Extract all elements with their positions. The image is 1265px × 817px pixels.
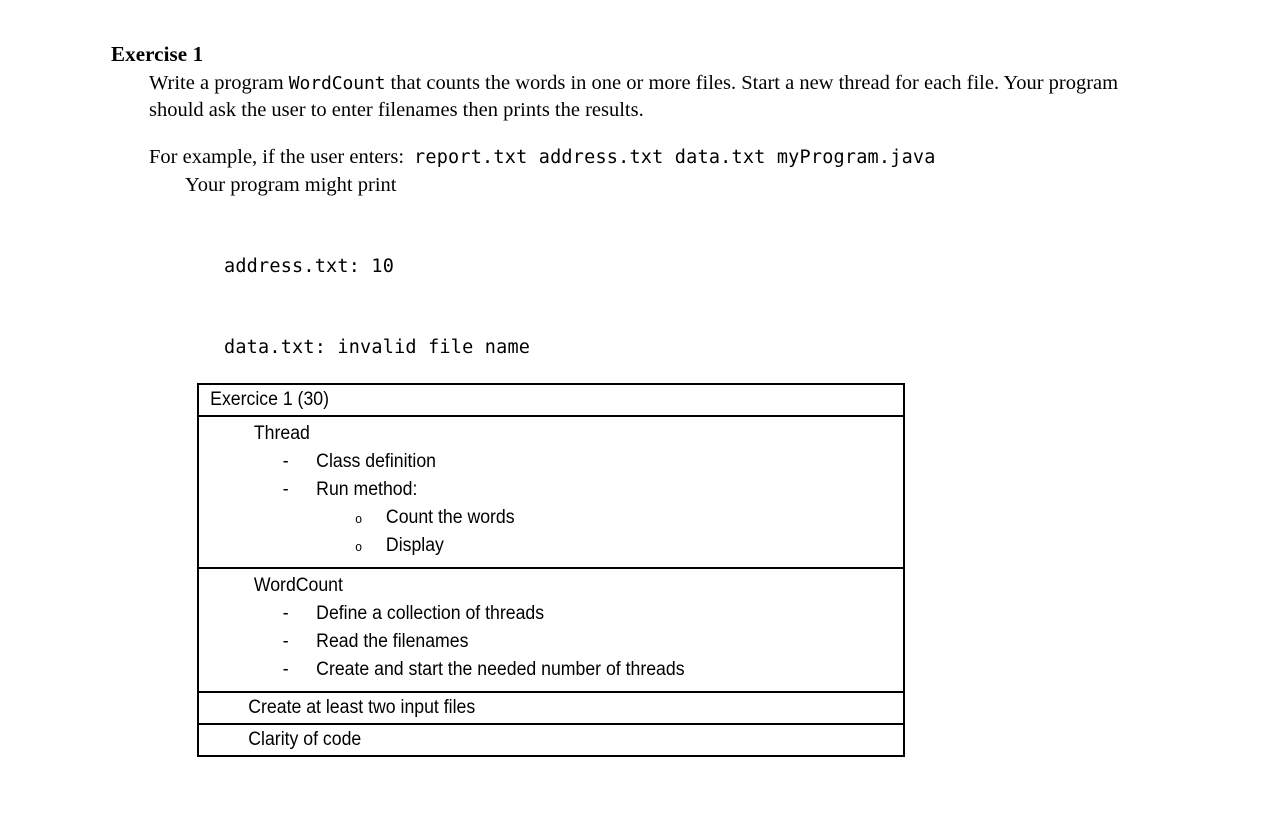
document-page: Exercise 1 Write a program WordCount tha… (0, 0, 1265, 817)
rubric-list-item-label: Create and start the needed number of th… (316, 659, 685, 680)
table-row: Clarity of code (199, 725, 903, 755)
inline-code-wordcount: WordCount (288, 73, 386, 94)
rubric-criterion-label: Clarity of code (248, 729, 362, 750)
example-filenames: report.txt address.txt data.txt myProgra… (414, 147, 936, 168)
dash-bullet-icon: - (282, 631, 289, 652)
dash-bullet-icon: - (282, 659, 289, 680)
rubric-list-item-label: Run method: (316, 479, 418, 500)
description-text-part1: Write a program (149, 72, 289, 94)
dash-bullet-icon: - (282, 479, 289, 500)
rubric-list-item: - Run method: (199, 476, 854, 504)
output-line: data.txt: invalid file name (224, 337, 531, 358)
rubric-section-head: Thread (253, 423, 310, 444)
rubric-title: Exercice 1 (30) (210, 389, 329, 410)
rubric-list-item-label: Count the words (385, 507, 515, 528)
rubric-list-item-label: Display (385, 535, 444, 556)
rubric-list-item: - Read the filenames (199, 628, 854, 656)
table-row: Exercice 1 (30) (199, 385, 903, 417)
rubric-criterion-label: Create at least two input files (248, 697, 476, 718)
exercise-description: Write a program WordCount that counts th… (149, 70, 1169, 124)
circle-bullet-icon: o (355, 539, 362, 554)
page-title: Exercise 1 (111, 42, 204, 66)
rubric-list-item-label: Class definition (316, 451, 437, 472)
table-row: Create at least two input files (199, 693, 903, 725)
rubric-list-item-label: Read the filenames (316, 631, 469, 652)
dash-bullet-icon: - (282, 451, 289, 472)
rubric-list-item: o Count the words (199, 504, 854, 532)
table-row: WordCount - Define a collection of thread… (199, 569, 903, 693)
dash-bullet-icon: - (282, 603, 289, 624)
rubric-list-item: - Define a collection of threads (199, 600, 854, 628)
rubric-list-item: - Class definition (199, 448, 854, 476)
grading-rubric-table: Exercice 1 (30) Thread - Class definition… (197, 383, 905, 757)
example-input-line: For example, if the user enters: report.t… (149, 144, 936, 171)
output-line: address.txt: 10 (224, 256, 395, 277)
table-row: Thread - Class definition - Run method: o C… (199, 417, 903, 569)
rubric-list-item: - Create and start the needed number of t… (199, 656, 854, 684)
rubric-list-item-label: Define a collection of threads (316, 603, 545, 624)
circle-bullet-icon: o (355, 511, 362, 526)
rubric-list-item: o Display (199, 532, 854, 560)
rubric-section-head: WordCount (253, 575, 343, 596)
example-label: For example, if the user enters: (149, 146, 405, 168)
might-print-label: Your program might print (185, 174, 397, 196)
